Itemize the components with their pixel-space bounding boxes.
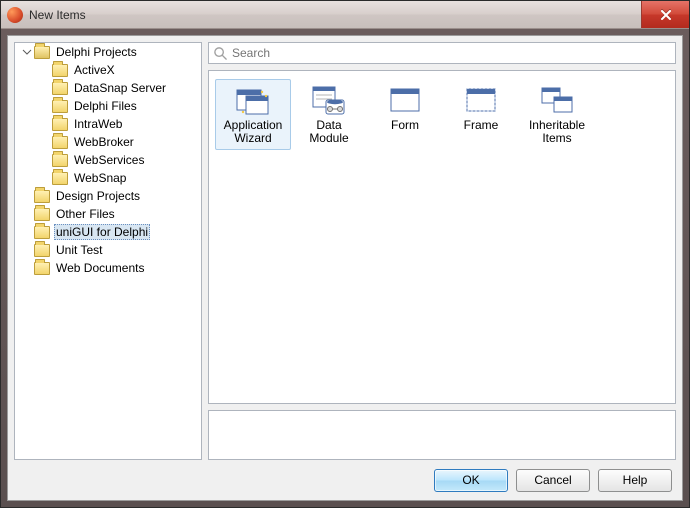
folder-icon xyxy=(34,208,50,221)
tree-node-label: WebBroker xyxy=(72,135,136,149)
gallery-item[interactable]: InheritableItems xyxy=(519,79,595,150)
tree-node[interactable]: Web Documents xyxy=(15,259,201,277)
tree-node-label: Web Documents xyxy=(54,261,146,275)
expander-placeholder xyxy=(39,100,51,112)
gallery-item-label: Form xyxy=(391,119,419,132)
window-title: New Items xyxy=(29,8,641,22)
wizard-icon xyxy=(236,84,270,116)
client-frame: Delphi Projects ActiveX DataSnap Server Del… xyxy=(1,29,689,507)
expander-placeholder xyxy=(39,64,51,76)
gallery-item[interactable]: Frame xyxy=(443,79,519,137)
frame-icon xyxy=(464,84,498,116)
tree-node-label: WebServices xyxy=(72,153,146,167)
dialog-window: New Items Delphi Projects ActiveX DataSnap… xyxy=(0,0,690,508)
folder-icon xyxy=(52,64,68,77)
item-list[interactable]: ApplicationWizard DataModule Form Frame Inhe… xyxy=(208,70,676,404)
search-box[interactable] xyxy=(208,42,676,64)
search-input[interactable] xyxy=(232,46,671,60)
expander-placeholder xyxy=(39,172,51,184)
gallery-item[interactable]: ApplicationWizard xyxy=(215,79,291,150)
expander-placeholder xyxy=(39,82,51,94)
help-button[interactable]: Help xyxy=(598,469,672,492)
right-panel: ApplicationWizard DataModule Form Frame Inhe… xyxy=(208,42,676,460)
gallery-item-label: Frame xyxy=(464,119,499,132)
expander-placeholder xyxy=(21,208,33,220)
expander-placeholder xyxy=(21,226,33,238)
tree-node-label: Design Projects xyxy=(54,189,142,203)
gallery-item-label: DataModule xyxy=(309,119,348,145)
tree-node-label: Unit Test xyxy=(54,243,104,257)
chevron-down-icon[interactable] xyxy=(21,46,33,58)
folder-icon xyxy=(52,82,68,95)
tree-node[interactable]: IntraWeb xyxy=(15,115,201,133)
tree-node[interactable]: DataSnap Server xyxy=(15,79,201,97)
expander-placeholder xyxy=(39,154,51,166)
gallery-item-label: ApplicationWizard xyxy=(224,119,283,145)
tree-node[interactable]: Other Files xyxy=(15,205,201,223)
tree-node-label: ActiveX xyxy=(72,63,117,77)
folder-icon xyxy=(52,172,68,185)
gallery-item[interactable]: DataModule xyxy=(291,79,367,150)
tree-node[interactable]: Delphi Files xyxy=(15,97,201,115)
expander-placeholder xyxy=(39,118,51,130)
tree-node-label: uniGUI for Delphi xyxy=(54,224,150,240)
folder-icon xyxy=(34,190,50,203)
client-area: Delphi Projects ActiveX DataSnap Server Del… xyxy=(7,35,683,501)
tree-node[interactable]: Delphi Projects xyxy=(15,43,201,61)
tree-node[interactable]: WebSnap xyxy=(15,169,201,187)
description-pane xyxy=(208,410,676,460)
folder-icon xyxy=(52,154,68,167)
button-bar: OK Cancel Help xyxy=(8,460,682,500)
expander-placeholder xyxy=(21,244,33,256)
tree-node[interactable]: uniGUI for Delphi xyxy=(15,223,201,241)
window-controls xyxy=(641,1,689,28)
category-tree[interactable]: Delphi Projects ActiveX DataSnap Server Del… xyxy=(14,42,202,460)
form-icon xyxy=(388,84,422,116)
tree-node-label: Other Files xyxy=(54,207,117,221)
tree-node[interactable]: WebServices xyxy=(15,151,201,169)
folder-icon xyxy=(34,244,50,257)
close-icon xyxy=(660,10,672,20)
tree-node-label: DataSnap Server xyxy=(72,81,168,95)
split-area: Delphi Projects ActiveX DataSnap Server Del… xyxy=(8,36,682,460)
tree-node-label: Delphi Files xyxy=(72,99,139,113)
tree-node-label: IntraWeb xyxy=(72,117,124,131)
tree-node[interactable]: ActiveX xyxy=(15,61,201,79)
gallery-item-label: InheritableItems xyxy=(529,119,585,145)
datamodule-icon xyxy=(312,84,346,116)
folder-icon xyxy=(52,136,68,149)
app-icon xyxy=(7,7,23,23)
folder-icon xyxy=(52,118,68,131)
gallery-item[interactable]: Form xyxy=(367,79,443,137)
folder-icon xyxy=(34,262,50,275)
tree-node[interactable]: Unit Test xyxy=(15,241,201,259)
tree-node-label: WebSnap xyxy=(72,171,128,185)
titlebar: New Items xyxy=(1,1,689,29)
search-icon xyxy=(213,46,228,61)
expander-placeholder xyxy=(21,190,33,202)
tree-node[interactable]: WebBroker xyxy=(15,133,201,151)
tree-node-label: Delphi Projects xyxy=(54,45,139,59)
cancel-button[interactable]: Cancel xyxy=(516,469,590,492)
close-button[interactable] xyxy=(641,1,689,28)
ok-button[interactable]: OK xyxy=(434,469,508,492)
tree-node[interactable]: Design Projects xyxy=(15,187,201,205)
folder-icon xyxy=(52,100,68,113)
inherit-icon xyxy=(540,84,574,116)
expander-placeholder xyxy=(21,262,33,274)
folder-icon xyxy=(34,46,50,59)
expander-placeholder xyxy=(39,136,51,148)
folder-icon xyxy=(34,226,50,239)
